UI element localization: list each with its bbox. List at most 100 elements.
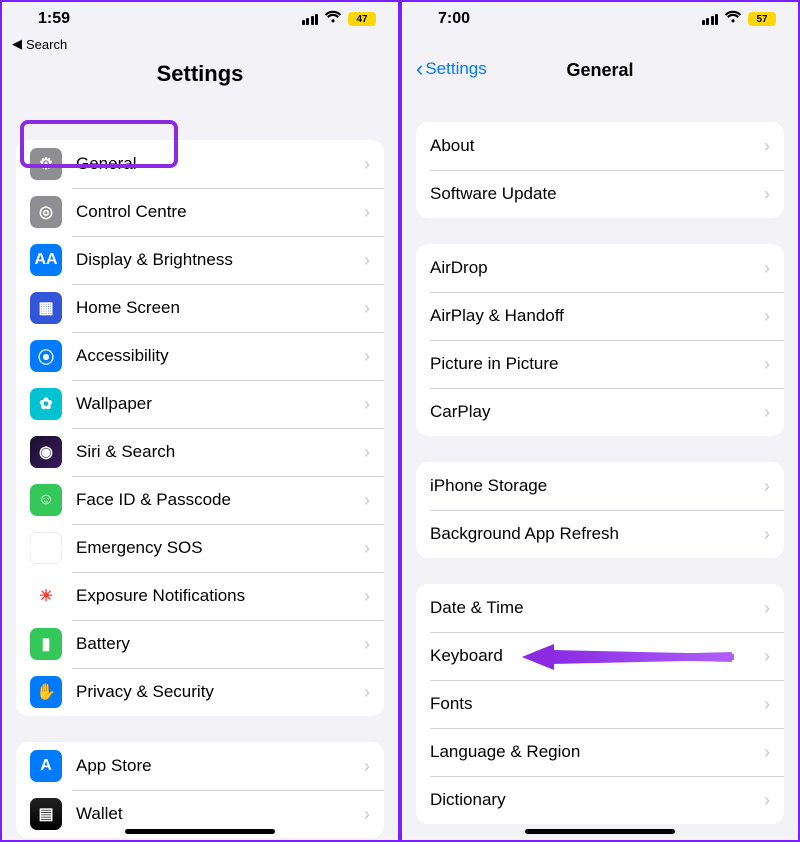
status-time: 7:00 [438,10,470,28]
row-label: iPhone Storage [430,476,764,496]
row-faceid[interactable]: ☺Face ID & Passcode› [16,476,384,524]
row-label: AirPlay & Handoff [430,306,764,326]
chevron-right-icon: › [764,646,770,667]
chevron-right-icon: › [764,694,770,715]
row-fonts[interactable]: Fonts› [416,680,784,728]
row-siri[interactable]: ◉Siri & Search› [16,428,384,476]
row-label: Siri & Search [76,442,364,462]
row-label: Wallet [76,804,364,824]
row-carplay[interactable]: CarPlay› [416,388,784,436]
row-label: Privacy & Security [76,682,364,702]
chevron-right-icon: › [364,394,370,415]
chevron-right-icon: › [764,598,770,619]
cellular-icon [702,14,719,25]
chevron-right-icon: › [764,184,770,205]
row-label: AirDrop [430,258,764,278]
home-indicator[interactable] [525,829,675,834]
wifi-icon [324,10,342,28]
general-list[interactable]: About›Software Update›AirDrop›AirPlay & … [402,122,798,824]
row-label: Face ID & Passcode [76,490,364,510]
control-centre-icon: ◎ [30,196,62,228]
chevron-right-icon: › [364,298,370,319]
battery-icon: 57 [748,12,776,26]
row-label: App Store [76,756,364,776]
battery-level: 57 [748,12,776,26]
chevron-right-icon: › [764,136,770,157]
row-display[interactable]: AADisplay & Brightness› [16,236,384,284]
row-accessibility[interactable]: ⦿ Accessibility› [16,332,384,380]
row-background[interactable]: Background App Refresh› [416,510,784,558]
chevron-right-icon: › [764,402,770,423]
sos-icon: SOS [30,532,62,564]
row-label: Accessibility [76,346,364,366]
wallpaper-icon: ✿ [30,388,62,420]
home-screen-icon: ▦ [30,292,62,324]
settings-group: AApp Store›▤Wallet› [16,742,384,838]
status-bar: 1:59 47 [2,2,398,36]
page-title: General [566,60,633,81]
row-dictionary[interactable]: Dictionary› [416,776,784,824]
wallet-icon: ▤ [30,798,62,830]
battery-icon: ▮ [30,628,62,660]
row-keyboard[interactable]: Keyboard› [416,632,784,680]
chevron-right-icon: › [364,756,370,777]
row-pip[interactable]: Picture in Picture› [416,340,784,388]
row-battery[interactable]: ▮Battery› [16,620,384,668]
status-right: 57 [702,10,777,28]
privacy-icon: ✋ [30,676,62,708]
row-control-centre[interactable]: ◎Control Centre› [16,188,384,236]
chevron-right-icon: › [364,804,370,825]
row-label: Dictionary [430,790,764,810]
chevron-right-icon: › [764,354,770,375]
row-storage[interactable]: iPhone Storage› [416,462,784,510]
row-airdrop[interactable]: AirDrop› [416,244,784,292]
row-app-store[interactable]: A App Store› [16,742,384,790]
row-exposure[interactable]: ☀Exposure Notifications› [16,572,384,620]
row-privacy[interactable]: ✋Privacy & Security› [16,668,384,716]
chevron-right-icon: › [764,258,770,279]
row-language[interactable]: Language & Region› [416,728,784,776]
chevron-left-icon: ◀ [12,36,22,52]
status-right: 47 [302,10,377,28]
row-sos[interactable]: SOSEmergency SOS› [16,524,384,572]
row-wallpaper[interactable]: ✿Wallpaper› [16,380,384,428]
settings-group: iPhone Storage›Background App Refresh› [416,462,784,558]
row-general[interactable]: ⚙General› [16,140,384,188]
row-label: Background App Refresh [430,524,764,544]
chevron-right-icon: › [364,490,370,511]
page-header: Settings [2,56,398,100]
chevron-right-icon: › [364,586,370,607]
back-label: Settings [425,59,486,79]
row-label: Date & Time [430,598,764,618]
cellular-icon [302,14,319,25]
phone-general: 7:00 57 ‹ Settings General About›Softwar… [400,0,800,842]
row-label: Battery [76,634,364,654]
row-date-time[interactable]: Date & Time› [416,584,784,632]
breadcrumb-label: Search [26,37,67,52]
chevron-right-icon: › [364,346,370,367]
battery-icon: 47 [348,12,376,26]
row-label: Emergency SOS [76,538,364,558]
app-store-icon: A [30,750,62,782]
battery-level: 47 [348,12,376,26]
row-about[interactable]: About› [416,122,784,170]
settings-group: AirDrop›AirPlay & Handoff›Picture in Pic… [416,244,784,436]
breadcrumb-back[interactable]: ◀ Search [2,36,398,56]
chevron-left-icon: ‹ [416,58,423,80]
display-icon: AA [30,244,62,276]
row-home-screen[interactable]: ▦Home Screen› [16,284,384,332]
accessibility-icon: ⦿ [30,340,62,372]
row-software-update[interactable]: Software Update› [416,170,784,218]
home-indicator[interactable] [125,829,275,834]
row-label: About [430,136,764,156]
chevron-right-icon: › [764,742,770,763]
row-label: Fonts [430,694,764,714]
row-label: Keyboard [430,646,764,666]
siri-icon: ◉ [30,436,62,468]
back-button[interactable]: ‹ Settings [416,58,487,80]
settings-group: ⚙General›◎Control Centre›AADisplay & Bri… [16,140,384,716]
settings-list[interactable]: ⚙General›◎Control Centre›AADisplay & Bri… [2,140,398,842]
row-airplay[interactable]: AirPlay & Handoff› [416,292,784,340]
chevron-right-icon: › [764,524,770,545]
exposure-icon: ☀ [30,580,62,612]
